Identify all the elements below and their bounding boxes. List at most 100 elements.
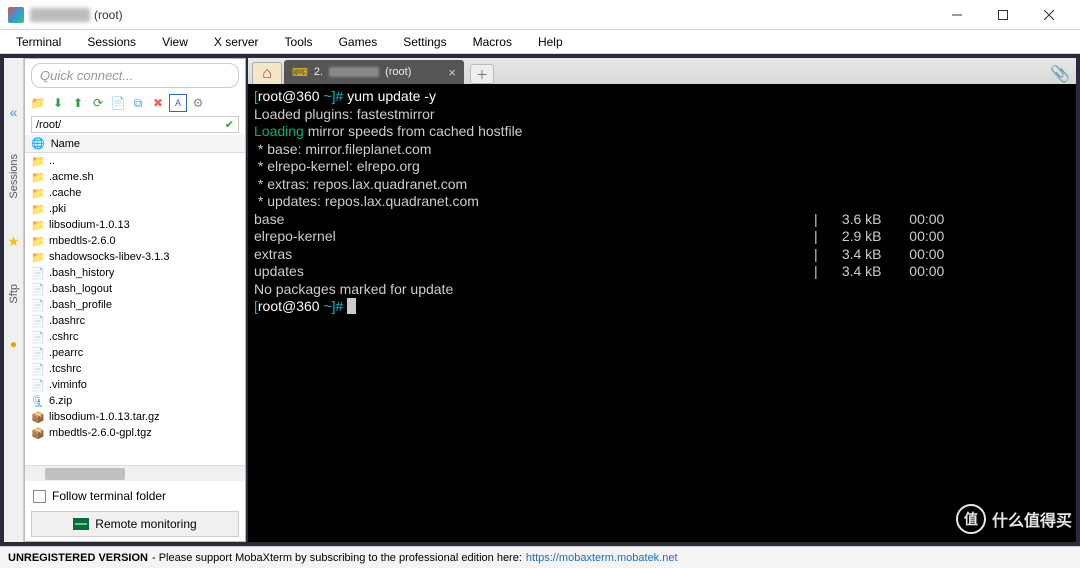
file-row[interactable]: 📁.acme.sh [25, 169, 245, 185]
file-name: mbedtls-2.6.0-gpl.tgz [49, 427, 152, 439]
minimize-button[interactable] [934, 0, 980, 30]
terminal[interactable]: [root@360 ~]# yum update -yLoaded plugin… [248, 84, 1076, 542]
status-bar: UNREGISTERED VERSION - Please support Mo… [0, 546, 1080, 568]
file-name: .. [49, 155, 55, 167]
file-name: .cache [49, 187, 81, 199]
file-name: .viminfo [49, 379, 87, 391]
file-row[interactable]: 📄.bashrc [25, 313, 245, 329]
menu-xserver[interactable]: X server [208, 33, 265, 51]
file-row[interactable]: 🗜6.zip [25, 393, 245, 409]
file-row[interactable]: 📦mbedtls-2.6.0-gpl.tgz [25, 425, 245, 441]
path-text: /root/ [36, 119, 61, 131]
file-list[interactable]: 📁..📁.acme.sh📁.cache📁.pki📁libsodium-1.0.1… [25, 153, 245, 465]
collapse-sidebar-icon[interactable]: « [10, 104, 18, 120]
file-row[interactable]: 📁libsodium-1.0.13 [25, 217, 245, 233]
file-name: .bash_profile [49, 299, 112, 311]
path-ok-icon: ✔ [225, 118, 234, 131]
file-row[interactable]: 📄.bash_history [25, 265, 245, 281]
title-host-blur [30, 8, 90, 22]
file-row[interactable]: 📄.pearrc [25, 345, 245, 361]
status-link[interactable]: https://mobaxterm.mobatek.net [526, 552, 678, 564]
menu-help[interactable]: Help [532, 33, 569, 51]
sftp-toolbar: 📁 ⬇ ⬆ ⟳ 📄 ⧉ ✖ A ⚙ [25, 92, 245, 114]
delete-icon[interactable]: ✖ [149, 94, 167, 112]
file-name: .bash_logout [49, 283, 112, 295]
copy-icon[interactable]: ⧉ [129, 94, 147, 112]
right-area: ⌂ ⌨ 2. (root) × ＋ 📎 [root@360 ~]# yum up… [248, 58, 1076, 542]
maximize-button[interactable] [980, 0, 1026, 30]
tab-host-blur [329, 67, 379, 77]
menu-games[interactable]: Games [333, 33, 384, 51]
file-list-header[interactable]: 🌐 Name [25, 135, 245, 153]
text-icon[interactable]: A [169, 94, 187, 112]
session-tab[interactable]: ⌨ 2. (root) × [284, 60, 464, 84]
follow-checkbox[interactable] [33, 490, 46, 503]
follow-terminal-row[interactable]: Follow terminal folder [31, 485, 239, 507]
sftp-indicator-icon: ● [10, 337, 17, 351]
menu-terminal[interactable]: Terminal [10, 33, 67, 51]
settings-icon[interactable]: ⚙ [189, 94, 207, 112]
upload-icon[interactable]: ⬆ [69, 94, 87, 112]
file-row[interactable]: 📄.bash_logout [25, 281, 245, 297]
new-folder-icon[interactable]: 📁 [29, 94, 47, 112]
file-name: .bash_history [49, 267, 114, 279]
path-bar[interactable]: /root/ ✔ [31, 116, 239, 133]
new-tab-button[interactable]: ＋ [470, 64, 494, 84]
file-name: .cshrc [49, 331, 78, 343]
tab-suffix: (root) [385, 66, 411, 78]
remote-monitoring-label: Remote monitoring [95, 517, 196, 531]
file-row[interactable]: 📄.bash_profile [25, 297, 245, 313]
column-name: Name [51, 138, 80, 150]
file-name: .bashrc [49, 315, 85, 327]
remote-monitoring-button[interactable]: Remote monitoring [31, 511, 239, 537]
file-row[interactable]: 📁.. [25, 153, 245, 169]
terminal-tab-icon: ⌨ [292, 66, 308, 79]
file-row[interactable]: 📄.cshrc [25, 329, 245, 345]
file-row[interactable]: 📁.cache [25, 185, 245, 201]
status-bold: UNREGISTERED VERSION [8, 552, 148, 564]
follow-label: Follow terminal folder [52, 489, 166, 503]
horizontal-scrollbar[interactable] [25, 465, 245, 481]
file-name: .acme.sh [49, 171, 94, 183]
file-row[interactable]: 📁shadowsocks-libev-3.1.3 [25, 249, 245, 265]
favorites-icon[interactable]: ★ [7, 233, 20, 250]
menu-settings[interactable]: Settings [397, 33, 452, 51]
sftp-panel: Quick connect... 📁 ⬇ ⬆ ⟳ 📄 ⧉ ✖ A ⚙ /root… [24, 58, 246, 542]
monitor-icon [73, 518, 89, 530]
file-name: .pki [49, 203, 66, 215]
new-file-icon[interactable]: 📄 [109, 94, 127, 112]
side-tab-sessions[interactable]: Sessions [7, 150, 21, 203]
title-bar: (root) [0, 0, 1080, 30]
window-title: (root) [94, 8, 123, 22]
close-button[interactable] [1026, 0, 1072, 30]
quick-connect-input[interactable]: Quick connect... [31, 63, 239, 88]
tab-prefix: 2. [314, 66, 323, 78]
menu-macros[interactable]: Macros [467, 33, 518, 51]
app-icon [8, 7, 24, 23]
file-name: .tcshrc [49, 363, 81, 375]
file-name: .pearrc [49, 347, 83, 359]
tab-close-icon[interactable]: × [448, 65, 456, 80]
menu-bar: Terminal Sessions View X server Tools Ga… [0, 30, 1080, 54]
main-area: « Sessions ★ Sftp ● Quick connect... 📁 ⬇… [0, 54, 1080, 546]
refresh-icon[interactable]: ⟳ [89, 94, 107, 112]
file-name: libsodium-1.0.13 [49, 219, 130, 231]
file-row[interactable]: 📄.viminfo [25, 377, 245, 393]
side-tabs: « Sessions ★ Sftp ● [4, 58, 24, 542]
status-text: - Please support MobaXterm by subscribin… [152, 552, 522, 564]
home-tab[interactable]: ⌂ [252, 62, 282, 84]
menu-sessions[interactable]: Sessions [81, 33, 142, 51]
file-row[interactable]: 📁.pki [25, 201, 245, 217]
file-name: 6.zip [49, 395, 72, 407]
paperclip-icon[interactable]: 📎 [1050, 64, 1070, 84]
file-row[interactable]: 📁mbedtls-2.6.0 [25, 233, 245, 249]
file-name: shadowsocks-libev-3.1.3 [49, 251, 169, 263]
menu-view[interactable]: View [156, 33, 194, 51]
file-row[interactable]: 📦libsodium-1.0.13.tar.gz [25, 409, 245, 425]
menu-tools[interactable]: Tools [279, 33, 319, 51]
download-icon[interactable]: ⬇ [49, 94, 67, 112]
file-row[interactable]: 📄.tcshrc [25, 361, 245, 377]
globe-icon: 🌐 [31, 137, 45, 150]
file-name: libsodium-1.0.13.tar.gz [49, 411, 160, 423]
side-tab-sftp[interactable]: Sftp [7, 280, 21, 308]
